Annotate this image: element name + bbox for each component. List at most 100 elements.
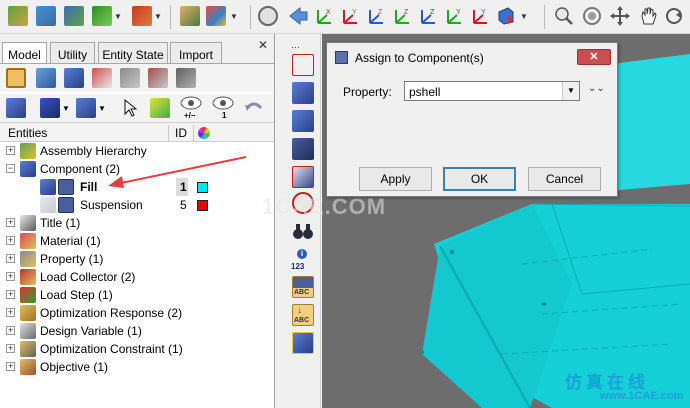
cursor-select-icon[interactable] bbox=[120, 98, 140, 118]
component-shell-icon[interactable] bbox=[40, 197, 56, 213]
model-view-icon[interactable] bbox=[6, 68, 26, 88]
color-swatch[interactable] bbox=[197, 200, 208, 211]
expand-icon[interactable]: + bbox=[6, 362, 15, 371]
undo-icon[interactable] bbox=[244, 98, 264, 118]
property-select[interactable]: pshell ▼ bbox=[404, 81, 580, 101]
expand-icon[interactable]: + bbox=[6, 272, 15, 281]
color-wheel-icon[interactable] bbox=[198, 127, 210, 139]
tree-row-objective[interactable]: + Objective (1) bbox=[0, 358, 274, 376]
tab-model[interactable]: Model bbox=[2, 42, 47, 65]
component-shell-icon[interactable] bbox=[40, 179, 56, 195]
tree-row-material[interactable]: + Material (1) bbox=[0, 232, 274, 250]
watermark-site: www.1CAE.com bbox=[600, 390, 684, 402]
color-palette-icon[interactable] bbox=[206, 6, 226, 26]
entities-column-label[interactable]: Entities bbox=[8, 126, 47, 140]
box-select-icon[interactable] bbox=[292, 332, 314, 354]
component-edit-icon[interactable] bbox=[292, 82, 314, 104]
expand-icon[interactable]: + bbox=[6, 236, 15, 245]
tab-import[interactable]: Import bbox=[170, 42, 222, 64]
tree-label: Suspension bbox=[80, 198, 143, 212]
view-axis-icon[interactable]: Z bbox=[392, 6, 412, 26]
abc-label-icon[interactable]: ABC bbox=[292, 276, 314, 298]
expand-icon[interactable]: + bbox=[6, 344, 15, 353]
close-icon[interactable]: ✕ bbox=[258, 38, 268, 52]
material-view-icon[interactable] bbox=[92, 68, 112, 88]
view-axis-icon[interactable]: Z bbox=[366, 6, 386, 26]
pan-icon[interactable] bbox=[610, 6, 630, 26]
view-persp-icon[interactable] bbox=[496, 6, 516, 26]
component-view-icon[interactable] bbox=[64, 68, 84, 88]
info-icon[interactable]: i bbox=[297, 249, 307, 259]
chevron-down-icon[interactable]: ▼ bbox=[62, 104, 70, 113]
expand-icon[interactable]: + bbox=[6, 326, 15, 335]
element-edit-icon[interactable] bbox=[292, 110, 314, 132]
tree-row-load-collector[interactable]: + Load Collector (2) bbox=[0, 268, 274, 286]
tree-label: Fill bbox=[80, 180, 98, 194]
property-view-icon[interactable] bbox=[120, 68, 140, 88]
expand-icon[interactable]: + bbox=[6, 146, 15, 155]
view-iso-icon[interactable]: Y bbox=[470, 6, 490, 26]
column-divider[interactable] bbox=[193, 125, 194, 141]
dialog-titlebar[interactable]: Assign to Component(s) ✕ bbox=[327, 43, 617, 71]
drag-handle[interactable]: ⋯ bbox=[291, 42, 303, 53]
expand-icon[interactable]: + bbox=[6, 308, 15, 317]
view-axis-icon[interactable]: Z bbox=[418, 6, 438, 26]
column-divider[interactable] bbox=[168, 125, 169, 141]
tree-row-load-step[interactable]: + Load Step (1) bbox=[0, 286, 274, 304]
user-profile-icon[interactable] bbox=[180, 6, 200, 26]
apply-button[interactable]: Apply bbox=[359, 167, 432, 191]
element-select-icon[interactable] bbox=[292, 166, 314, 188]
rotate-center-icon[interactable] bbox=[258, 6, 278, 26]
ok-button[interactable]: OK bbox=[443, 167, 516, 191]
arrow-left-icon[interactable] bbox=[288, 6, 308, 26]
new-model-icon[interactable] bbox=[8, 6, 28, 26]
abc-numbering-icon[interactable]: ↓ ABC bbox=[292, 304, 314, 326]
isolate-icon[interactable] bbox=[150, 98, 170, 118]
dialog-close-button[interactable]: ✕ bbox=[577, 49, 611, 65]
binoculars-icon[interactable] bbox=[292, 220, 314, 242]
mesh-mode-icon[interactable] bbox=[292, 54, 314, 76]
hierarchy-view-icon[interactable] bbox=[36, 68, 56, 88]
save-model-icon[interactable] bbox=[64, 6, 84, 26]
tree-row-optimization-constraint[interactable]: + Optimization Constraint (1) bbox=[0, 340, 274, 358]
load-collector-view-icon[interactable] bbox=[148, 68, 168, 88]
tab-entity-state[interactable]: Entity State bbox=[98, 42, 168, 64]
rotate-icon[interactable] bbox=[664, 6, 684, 26]
expand-options-icon[interactable]: ⌄⌄ bbox=[588, 83, 605, 94]
tree-row-design-variable[interactable]: + Design Variable (1) bbox=[0, 322, 274, 340]
cancel-button[interactable]: Cancel bbox=[528, 167, 601, 191]
tree-row-title[interactable]: + Title (1) bbox=[0, 214, 274, 232]
mesh-grid-icon[interactable] bbox=[292, 138, 314, 160]
zoom-icon[interactable] bbox=[582, 6, 602, 26]
mesh-icon[interactable] bbox=[58, 197, 74, 213]
chevron-down-icon[interactable]: ▼ bbox=[154, 12, 162, 21]
import-icon[interactable] bbox=[92, 6, 112, 26]
export-icon[interactable] bbox=[132, 6, 152, 26]
expand-icon[interactable]: + bbox=[6, 218, 15, 227]
view-axis-icon[interactable]: X bbox=[314, 6, 334, 26]
chevron-down-icon[interactable]: ▼ bbox=[98, 104, 106, 113]
chevron-down-icon[interactable]: ▼ bbox=[230, 12, 238, 21]
id-numbering-label[interactable]: 123 bbox=[291, 262, 304, 271]
chevron-down-icon[interactable]: ▼ bbox=[562, 82, 579, 100]
view-axis-icon[interactable]: Y bbox=[444, 6, 464, 26]
chevron-down-icon[interactable]: ▼ bbox=[520, 12, 528, 21]
open-model-icon[interactable] bbox=[36, 6, 56, 26]
zoom-window-icon[interactable] bbox=[554, 6, 574, 26]
tree-row-suspension[interactable]: Suspension 5 bbox=[0, 196, 274, 214]
tree-row-optimization-response[interactable]: + Optimization Response (2) bbox=[0, 304, 274, 322]
expand-icon[interactable]: + bbox=[6, 290, 15, 299]
tree-row-property[interactable]: + Property (1) bbox=[0, 250, 274, 268]
component-create-icon[interactable] bbox=[40, 98, 60, 118]
collapse-icon[interactable]: − bbox=[6, 164, 15, 173]
chevron-down-icon[interactable]: ▼ bbox=[114, 12, 122, 21]
filter-icon[interactable] bbox=[76, 98, 96, 118]
tab-utility[interactable]: Utility bbox=[50, 42, 95, 64]
hand-grab-icon[interactable] bbox=[638, 6, 658, 26]
expand-icon[interactable]: + bbox=[6, 254, 15, 263]
view-axis-icon[interactable]: Y bbox=[340, 6, 360, 26]
components-filter-icon[interactable] bbox=[6, 98, 26, 118]
id-column-label[interactable]: ID bbox=[175, 126, 187, 140]
mesh-icon[interactable] bbox=[58, 179, 74, 195]
set-view-icon[interactable] bbox=[176, 68, 196, 88]
